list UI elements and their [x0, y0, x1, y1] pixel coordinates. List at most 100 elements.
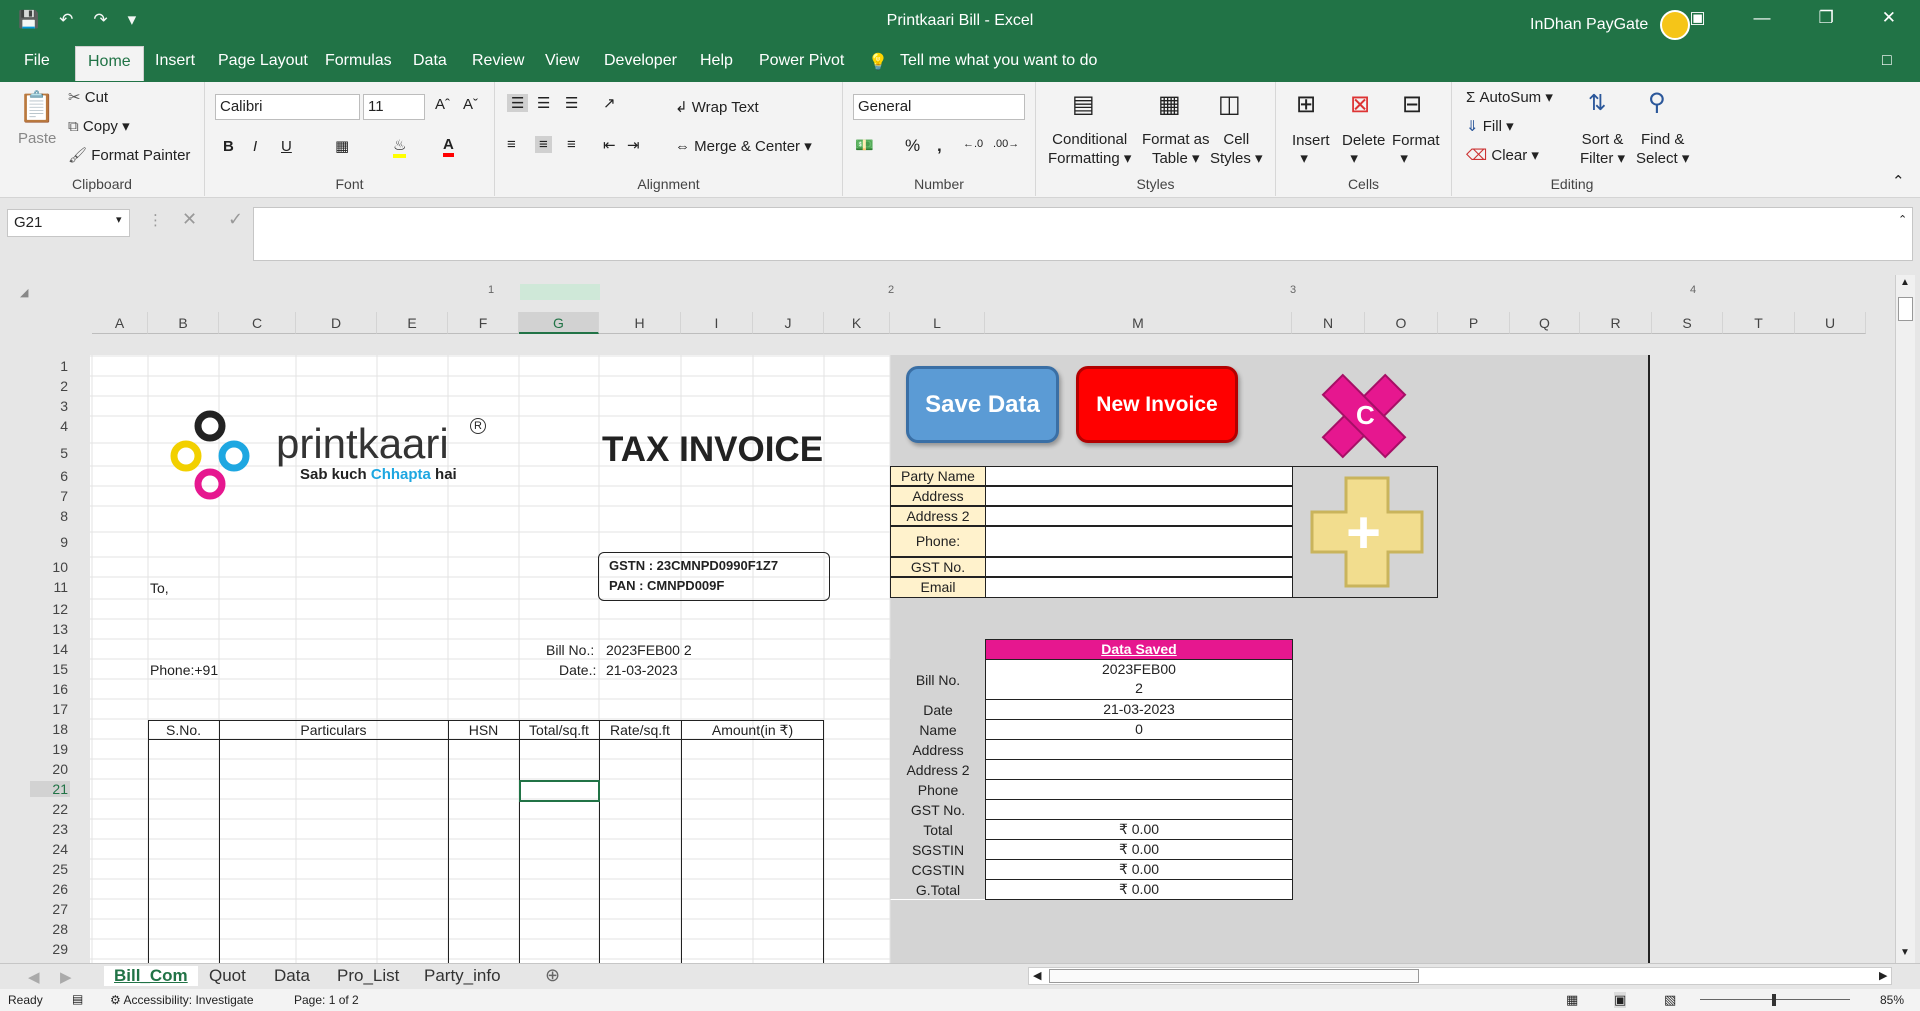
row-header[interactable]: 12 — [30, 601, 70, 617]
column-header[interactable]: D — [296, 312, 377, 334]
wrap-text-button[interactable]: ↲ Wrap Text — [675, 98, 759, 116]
collapse-ribbon-icon[interactable]: ⌃ — [1892, 172, 1905, 190]
orientation-icon[interactable]: ↗ — [603, 94, 616, 112]
name-box[interactable]: G21 — [7, 209, 130, 237]
column-header[interactable]: K — [824, 312, 890, 334]
page-break-view-icon[interactable]: ▧ — [1664, 992, 1676, 1008]
insert-cells-button[interactable]: Insert ▾ — [1292, 132, 1330, 167]
tab-data[interactable]: Data — [413, 52, 447, 70]
clear-button[interactable]: ⌫ Clear ▾ — [1466, 146, 1539, 164]
normal-view-icon[interactable]: ▦ — [1566, 992, 1578, 1008]
expand-formula-icon[interactable]: ⌃ — [1898, 213, 1907, 226]
merge-center-button[interactable]: ⇔ Merge & Center ▾ — [675, 137, 812, 155]
align-top-icon[interactable]: ☰ — [507, 94, 529, 112]
sort-filter-button[interactable]: Sort & Filter ▾ — [1580, 130, 1625, 168]
column-header[interactable]: S — [1652, 312, 1723, 334]
align-left-icon[interactable]: ≡ — [507, 136, 516, 153]
fill-color-icon[interactable]: ♨ — [393, 136, 407, 158]
font-color-icon[interactable]: A — [443, 136, 454, 157]
row-header[interactable]: 9 — [30, 534, 70, 550]
scroll-down-icon[interactable]: ▼ — [1900, 947, 1910, 958]
column-header[interactable]: U — [1795, 312, 1866, 334]
enter-icon[interactable]: ✓ — [228, 209, 243, 230]
next-sheet-icon[interactable]: ▶ — [60, 968, 72, 986]
scroll-left-icon[interactable]: ◀ — [1033, 969, 1041, 982]
paste-button[interactable]: Paste — [18, 130, 56, 147]
row-header[interactable]: 19 — [30, 741, 70, 757]
party-field-input[interactable] — [985, 466, 1293, 486]
party-field-input[interactable] — [985, 557, 1293, 577]
italic-icon[interactable]: I — [253, 138, 257, 155]
user-account[interactable]: InDhan PayGate — [1530, 10, 1691, 40]
tab-view[interactable]: View — [545, 52, 579, 70]
h-scroll-thumb[interactable] — [1049, 969, 1419, 983]
ribbon-display-icon[interactable]: ▣ — [1689, 8, 1705, 28]
column-header[interactable]: L — [890, 312, 985, 334]
accessibility-status[interactable]: ⚙ Accessibility: Investigate — [110, 993, 254, 1007]
party-field-input[interactable] — [985, 526, 1293, 557]
format-as-table-button[interactable]: Format as Table ▾ — [1142, 130, 1210, 168]
tab-help[interactable]: Help — [700, 52, 733, 70]
row-header[interactable]: 13 — [30, 621, 70, 637]
row-header[interactable]: 3 — [30, 398, 70, 414]
column-header[interactable]: T — [1723, 312, 1795, 334]
zoom-level[interactable]: 85% — [1880, 993, 1904, 1007]
tell-me-search[interactable]: Tell me what you want to do — [900, 52, 1097, 70]
row-header[interactable]: 6 — [30, 468, 70, 484]
number-format-dropdown[interactable]: General — [853, 94, 1025, 120]
paste-icon[interactable]: 📋 — [18, 90, 55, 125]
align-right-icon[interactable]: ≡ — [567, 136, 576, 153]
row-header[interactable]: 5 — [30, 445, 70, 461]
sheet-tab-pro-list[interactable]: Pro_List — [337, 966, 399, 986]
sheet-tab-party-info[interactable]: Party_info — [424, 966, 501, 986]
column-header[interactable]: J — [753, 312, 824, 334]
column-header[interactable]: A — [92, 312, 148, 334]
tab-home[interactable]: Home — [75, 46, 144, 81]
cell-styles-button[interactable]: Cell Styles ▾ — [1210, 130, 1263, 168]
increase-font-icon[interactable]: Aˆ — [435, 96, 450, 113]
increase-decimal-icon[interactable]: ←.0 — [963, 138, 983, 150]
row-header[interactable]: 17 — [30, 701, 70, 717]
minimize-icon[interactable]: — — [1754, 8, 1771, 28]
column-header[interactable]: M — [985, 312, 1292, 334]
align-center-icon[interactable]: ≡ — [535, 136, 552, 153]
save-data-button[interactable]: Save Data — [906, 366, 1059, 443]
macro-record-icon[interactable]: ▤ — [72, 992, 83, 1006]
row-header[interactable]: 24 — [30, 841, 70, 857]
comma-icon[interactable]: , — [937, 136, 942, 156]
row-header[interactable]: 26 — [30, 881, 70, 897]
autosum-button[interactable]: Σ AutoSum ▾ — [1466, 88, 1553, 106]
row-header[interactable]: 25 — [30, 861, 70, 877]
increase-indent-icon[interactable]: ⇥ — [627, 136, 640, 154]
conditional-formatting-button[interactable]: Conditional Formatting ▾ — [1048, 130, 1131, 168]
decrease-decimal-icon[interactable]: .00→ — [993, 138, 1019, 150]
column-header[interactable]: Q — [1510, 312, 1580, 334]
column-header[interactable]: E — [377, 312, 448, 334]
font-name-dropdown[interactable]: Calibri — [215, 94, 360, 120]
name-box-dropdown-icon[interactable]: ▾ — [116, 213, 122, 226]
tab-review[interactable]: Review — [472, 52, 524, 70]
row-header[interactable]: 10 — [30, 559, 70, 575]
column-header[interactable]: I — [681, 312, 753, 334]
column-header[interactable]: F — [448, 312, 519, 334]
scroll-thumb[interactable] — [1898, 297, 1913, 321]
new-invoice-button[interactable]: New Invoice — [1076, 366, 1238, 443]
format-painter-button[interactable]: 🖌 Format Painter — [68, 146, 190, 164]
row-header[interactable]: 7 — [30, 488, 70, 504]
tab-formulas[interactable]: Formulas — [325, 52, 392, 70]
bold-icon[interactable]: B — [223, 138, 234, 155]
row-header[interactable]: 22 — [30, 801, 70, 817]
column-header[interactable]: R — [1580, 312, 1652, 334]
row-header[interactable]: 29 — [30, 941, 70, 957]
percent-icon[interactable]: % — [905, 136, 920, 156]
page-layout-view-icon[interactable]: ▣ — [1614, 992, 1627, 1008]
row-header[interactable]: 2 — [30, 378, 70, 394]
selected-cell-g21[interactable] — [519, 780, 600, 802]
borders-icon[interactable]: ▦ — [335, 137, 349, 155]
column-header[interactable]: G — [519, 312, 599, 334]
sheet-tab-data[interactable]: Data — [274, 966, 310, 986]
column-header[interactable]: O — [1365, 312, 1438, 334]
horizontal-scrollbar[interactable]: ◀ ▶ — [1028, 967, 1892, 985]
font-size-dropdown[interactable]: 11 — [363, 94, 425, 120]
add-sheet-icon[interactable]: ⊕ — [545, 965, 560, 986]
